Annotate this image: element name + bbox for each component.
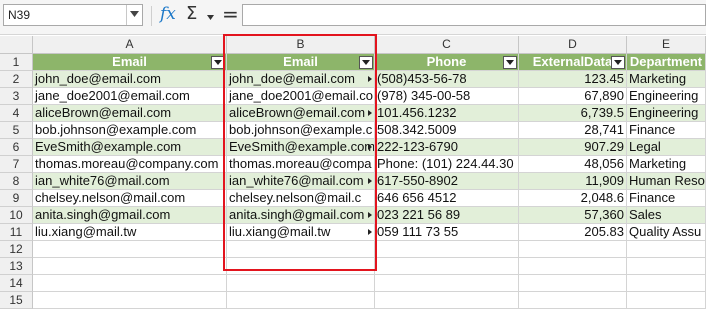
cell-e8[interactable]: Human Reso [627, 173, 706, 190]
row-header-9[interactable]: 9 [0, 190, 33, 207]
row-header-1[interactable]: 1 [0, 54, 33, 71]
cell-d11[interactable]: 205.83 [519, 224, 627, 241]
cell-a8[interactable]: ian_white76@mail.com [33, 173, 227, 190]
cell-d13[interactable] [519, 258, 627, 275]
cell-d9[interactable]: 2,048.6 [519, 190, 627, 207]
row-header-5[interactable]: 5 [0, 122, 33, 139]
cell-a2[interactable]: john_doe@email.com [33, 71, 227, 88]
cell-c8[interactable]: 617-550-8902 [375, 173, 519, 190]
cell-d12[interactable] [519, 241, 627, 258]
cell-a5[interactable]: bob.johnson@example.com [33, 122, 227, 139]
cell-a9[interactable]: chelsey.nelson@mail.com [33, 190, 227, 207]
cell-e5[interactable]: Finance [627, 122, 706, 139]
cell-d10[interactable]: 57,360 [519, 207, 627, 224]
header-cell-c[interactable]: Phone [375, 54, 519, 71]
cell-d14[interactable] [519, 275, 627, 292]
cell-d8[interactable]: 11,909 [519, 173, 627, 190]
cell-a3[interactable]: jane_doe2001@email.com [33, 88, 227, 105]
chevron-down-icon [130, 11, 139, 17]
autofilter-button-c[interactable] [503, 56, 517, 69]
cell-c4[interactable]: 101.456.1232 [375, 105, 519, 122]
row-header-11[interactable]: 11 [0, 224, 33, 241]
cell-e6[interactable]: Legal [627, 139, 706, 156]
header-cell-e[interactable]: Department [627, 54, 706, 71]
column-header-e[interactable]: E [627, 36, 706, 54]
cell-d2[interactable]: 123.45 [519, 71, 627, 88]
cell-e12[interactable] [627, 241, 706, 258]
cell-d7[interactable]: 48,056 [519, 156, 627, 173]
formula-input[interactable] [242, 4, 706, 26]
cell-a4[interactable]: aliceBrown@email.com [33, 105, 227, 122]
equals-icon[interactable]: = [222, 2, 239, 26]
autofilter-button-d[interactable] [611, 56, 625, 69]
name-box[interactable]: N39 [3, 4, 143, 26]
header-cell-a[interactable]: Email [33, 54, 227, 71]
cell-c3[interactable]: (978) 345-00-58 [375, 88, 519, 105]
cell-c6[interactable]: 222-123-6790 [375, 139, 519, 156]
cell-e11[interactable]: Quality Assu [627, 224, 706, 241]
cell-d5[interactable]: 28,741 [519, 122, 627, 139]
cell-c9[interactable]: 646 656 4512 [375, 190, 519, 207]
cell-a14[interactable] [33, 275, 227, 292]
function-wizard-icon[interactable]: fx [160, 4, 176, 24]
cell-e14[interactable] [627, 275, 706, 292]
column-header-a[interactable]: A [33, 36, 227, 54]
cell-e9[interactable]: Finance [627, 190, 706, 207]
column-header-d[interactable]: D [519, 36, 627, 54]
cell-c14[interactable] [375, 275, 519, 292]
row-header-10[interactable]: 10 [0, 207, 33, 224]
row-header-2[interactable]: 2 [0, 71, 33, 88]
cell-d3[interactable]: 67,890 [519, 88, 627, 105]
cell-e13[interactable] [627, 258, 706, 275]
cell-c11[interactable]: 059 111 73 55 [375, 224, 519, 241]
cell-e3[interactable]: Engineering [627, 88, 706, 105]
cell-e2[interactable]: Marketing [627, 71, 706, 88]
select-all-corner[interactable] [0, 36, 33, 54]
cell-c15[interactable] [375, 292, 519, 309]
row-header-13[interactable]: 13 [0, 258, 33, 275]
row-header-3[interactable]: 3 [0, 88, 33, 105]
cell-a6[interactable]: EveSmith@example.com [33, 139, 227, 156]
row-header-15[interactable]: 15 [0, 292, 33, 309]
cell-c13[interactable] [375, 258, 519, 275]
cell-c2[interactable]: (508)453-56-78 [375, 71, 519, 88]
cell-e10[interactable]: Sales [627, 207, 706, 224]
cell-a15[interactable] [33, 292, 227, 309]
cell-c10[interactable]: 023 221 56 89 [375, 207, 519, 224]
row-header-12[interactable]: 12 [0, 241, 33, 258]
cell-d6[interactable]: 907.29 [519, 139, 627, 156]
cell-e4[interactable]: Engineering [627, 105, 706, 122]
cell-c12[interactable] [375, 241, 519, 258]
row-header-7[interactable]: 7 [0, 156, 33, 173]
cell-a7[interactable]: thomas.moreau@company.com [33, 156, 227, 173]
name-box-value: N39 [8, 8, 31, 22]
cell-b15[interactable] [227, 292, 375, 309]
row-header-4[interactable]: 4 [0, 105, 33, 122]
highlight-box [223, 34, 377, 271]
cell-c5[interactable]: 508.342.5009 [375, 122, 519, 139]
column-header-c[interactable]: C [375, 36, 519, 54]
sum-icon[interactable]: Σ [186, 3, 197, 24]
cell-a11[interactable]: liu.xiang@mail.tw [33, 224, 227, 241]
cell-d4[interactable]: 6,739.5 [519, 105, 627, 122]
cell-b14[interactable] [227, 275, 375, 292]
row-header-14[interactable]: 14 [0, 275, 33, 292]
toolbar-separator [151, 6, 152, 26]
row-header-8[interactable]: 8 [0, 173, 33, 190]
cell-e7[interactable]: Marketing [627, 156, 706, 173]
cell-c7[interactable]: Phone: (101) 224.44.30 [375, 156, 519, 173]
row-header-6[interactable]: 6 [0, 139, 33, 156]
cell-e15[interactable] [627, 292, 706, 309]
cell-d15[interactable] [519, 292, 627, 309]
cell-a12[interactable] [33, 241, 227, 258]
cell-a10[interactable]: anita.singh@gmail.com [33, 207, 227, 224]
cell-a13[interactable] [33, 258, 227, 275]
chevron-down-icon[interactable] [207, 15, 214, 20]
name-box-dropdown[interactable] [126, 5, 142, 25]
formula-bar: N39 fx Σ = [0, 0, 706, 35]
